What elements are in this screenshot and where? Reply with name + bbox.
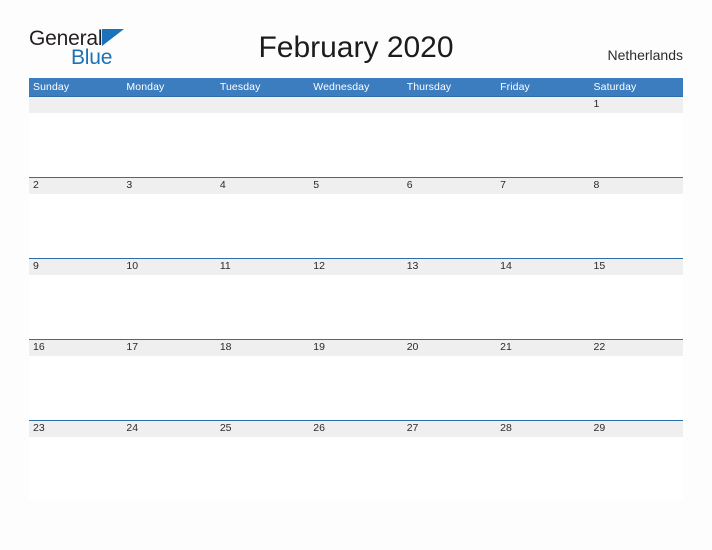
day-cell[interactable]: 21	[496, 340, 589, 356]
day-cell[interactable]: 18	[216, 340, 309, 356]
country-label: Netherlands	[607, 47, 684, 63]
day-cell[interactable]: 19	[309, 340, 402, 356]
day-cell[interactable]: 26	[309, 421, 402, 437]
day-cell[interactable]: 25	[216, 421, 309, 437]
week-row: 23 24 25 26 27 28 29	[29, 420, 683, 501]
weekday-thursday: Thursday	[406, 81, 452, 93]
day-cell[interactable]: 16	[29, 340, 122, 356]
day-cell[interactable]	[403, 97, 496, 113]
day-cell[interactable]	[216, 97, 309, 113]
day-cell[interactable]: 27	[403, 421, 496, 437]
week-note-area[interactable]	[29, 356, 683, 420]
day-cell[interactable]	[29, 97, 122, 113]
weekday-monday: Monday	[126, 81, 165, 93]
day-cell[interactable]: 4	[216, 178, 309, 194]
day-cell[interactable]: 28	[496, 421, 589, 437]
date-band: 16 17 18 19 20 21 22	[29, 339, 683, 356]
weekday-header-row: Sunday Monday Tuesday Wednesday Thursday…	[29, 78, 683, 96]
day-cell[interactable]: 11	[216, 259, 309, 275]
day-cell[interactable]: 17	[122, 340, 215, 356]
day-cell[interactable]: 12	[309, 259, 402, 275]
page-title: February 2020	[258, 31, 454, 64]
week-note-area[interactable]	[29, 194, 683, 258]
calendar-grid: Sunday Monday Tuesday Wednesday Thursday…	[29, 78, 683, 501]
day-cell[interactable]: 24	[122, 421, 215, 437]
week-note-area[interactable]	[29, 275, 683, 339]
weekday-saturday: Saturday	[593, 81, 637, 93]
day-cell[interactable]	[122, 97, 215, 113]
weekday-sunday: Sunday	[33, 81, 70, 93]
day-cell[interactable]: 3	[122, 178, 215, 194]
day-cell[interactable]: 22	[590, 340, 683, 356]
date-band: 1	[29, 96, 683, 113]
day-cell[interactable]	[309, 97, 402, 113]
day-cell[interactable]: 15	[590, 259, 683, 275]
date-band: 2 3 4 5 6 7 8	[29, 177, 683, 194]
day-cell[interactable]: 13	[403, 259, 496, 275]
day-cell[interactable]: 29	[590, 421, 683, 437]
week-row: 2 3 4 5 6 7 8	[29, 177, 683, 258]
day-cell[interactable]: 5	[309, 178, 402, 194]
day-cell[interactable]: 14	[496, 259, 589, 275]
day-cell[interactable]	[496, 97, 589, 113]
page-header: General Blue February 2020 Netherlands	[0, 0, 712, 78]
day-cell[interactable]: 8	[590, 178, 683, 194]
day-cell[interactable]: 9	[29, 259, 122, 275]
weekday-tuesday: Tuesday	[219, 81, 261, 93]
date-band: 23 24 25 26 27 28 29	[29, 420, 683, 437]
week-row: 16 17 18 19 20 21 22	[29, 339, 683, 420]
day-cell[interactable]: 10	[122, 259, 215, 275]
day-cell[interactable]: 1	[590, 97, 683, 113]
day-cell[interactable]: 2	[29, 178, 122, 194]
weekday-friday: Friday	[500, 81, 530, 93]
day-cell[interactable]: 23	[29, 421, 122, 437]
calendar-page: General Blue February 2020 Netherlands S…	[0, 0, 712, 550]
week-row: 1	[29, 96, 683, 177]
day-cell[interactable]: 6	[403, 178, 496, 194]
week-note-area[interactable]	[29, 113, 683, 177]
day-cell[interactable]: 20	[403, 340, 496, 356]
weekday-wednesday: Wednesday	[313, 81, 370, 93]
week-note-area[interactable]	[29, 437, 683, 501]
week-row: 9 10 11 12 13 14 15	[29, 258, 683, 339]
day-cell[interactable]: 7	[496, 178, 589, 194]
date-band: 9 10 11 12 13 14 15	[29, 258, 683, 275]
